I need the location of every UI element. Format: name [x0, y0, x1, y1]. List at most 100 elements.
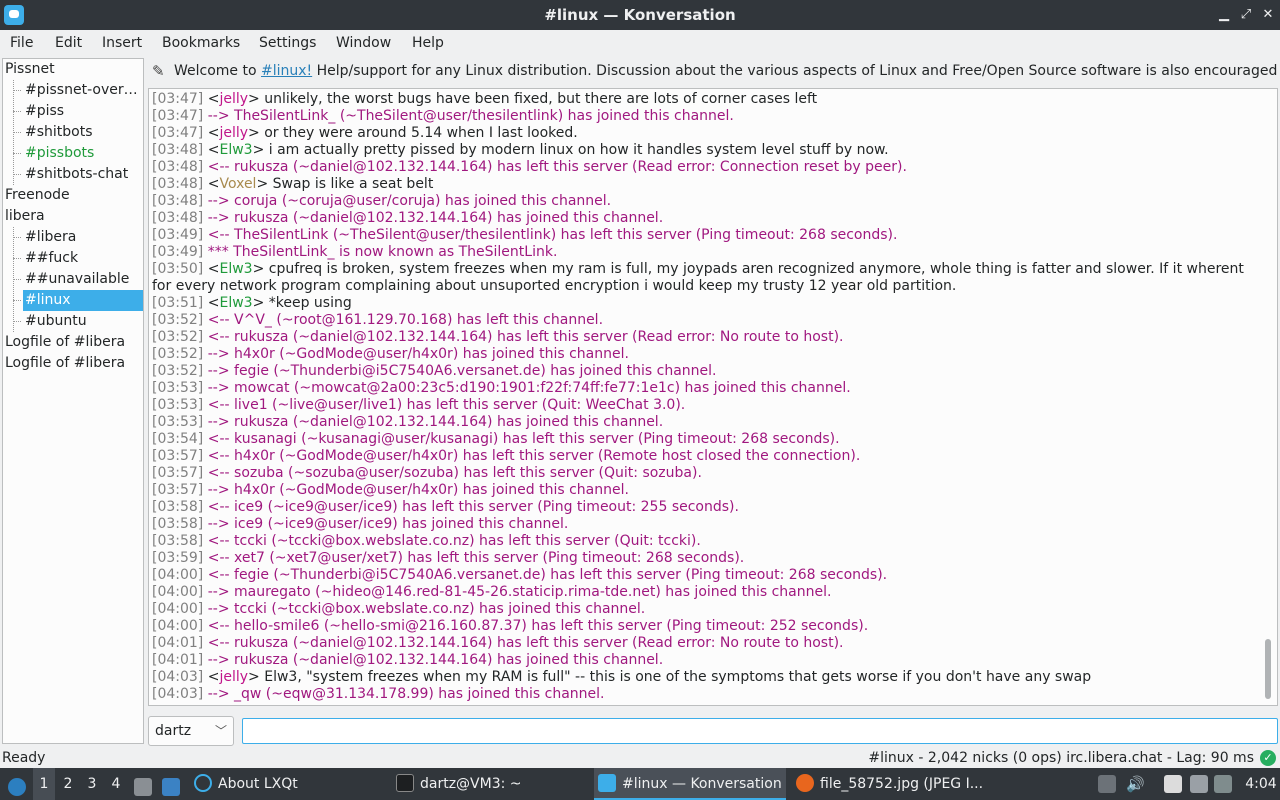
message-nick[interactable]: Voxel — [219, 176, 256, 192]
start-menu-button[interactable] — [4, 768, 30, 800]
maximize-icon[interactable]: ⤢ — [1236, 5, 1256, 25]
message-nick[interactable]: jelly — [219, 669, 248, 685]
desktop-4[interactable]: 4 — [105, 768, 127, 800]
file-manager-launcher[interactable] — [134, 768, 156, 800]
message-timestamp: [03:48] — [152, 142, 204, 158]
chat-log[interactable]: [03:47] <jelly> unlikely, the worst bugs… — [148, 88, 1278, 706]
clipboard-tray-icon[interactable] — [1098, 775, 1116, 793]
system-text: <-- xet7 (~xet7@user/xet7) has left this… — [207, 550, 745, 566]
system-text: --> ice9 (~ice9@user/ice9) has joined th… — [207, 516, 569, 532]
tree-channel-shitbots[interactable]: #shitbots — [25, 122, 93, 143]
menu-settings[interactable]: Settings — [259, 30, 316, 56]
chat-system-message: [04:00] <-- hello-smile6 (~hello-smi@216… — [152, 618, 1260, 635]
scrollbar-thumb[interactable] — [1265, 639, 1271, 699]
tree-channel-shitbots-chat[interactable]: #shitbots-chat — [25, 164, 128, 185]
tree-guide-branch — [13, 300, 21, 301]
system-text: <-- rukusza (~daniel@102.132.144.164) ha… — [207, 329, 844, 345]
message-nick[interactable]: jelly — [219, 91, 248, 107]
system-text: <-- TheSilentLink (~TheSilent@user/thesi… — [207, 227, 898, 243]
message-timestamp: [04:00] — [152, 618, 204, 634]
edit-topic-icon[interactable]: ✎ — [152, 62, 168, 80]
channel-topic: ✎ Welcome to #linux! Help/support for an… — [148, 58, 1278, 86]
task-label: #linux — Konversation — [622, 776, 782, 792]
message-input-box[interactable] — [242, 718, 1278, 744]
message-nick[interactable]: jelly — [219, 125, 248, 141]
connection-ok-icon: ✓ — [1260, 750, 1276, 766]
nick-value: dartz — [155, 723, 192, 739]
chat-message: [03:47] <jelly> unlikely, the worst bugs… — [152, 91, 818, 107]
topic-prefix: Welcome to — [174, 63, 261, 79]
message-nick[interactable]: Elw3 — [219, 142, 252, 158]
system-text: --> tccki (~tccki@box.webslate.co.nz) ha… — [207, 601, 646, 617]
chat-system-message: [03:54] <-- kusanagi (~kusanagi@user/kus… — [152, 431, 1260, 448]
message-timestamp: [03:51] — [152, 295, 204, 311]
file-manager-icon — [134, 777, 152, 796]
tree-channel-linux[interactable]: #linux — [23, 290, 143, 311]
chat-message: [03:50] <Elw3> cpufreq is broken, system… — [152, 261, 1244, 294]
message-nick[interactable]: Elw3 — [219, 261, 252, 277]
menu-help[interactable]: Help — [412, 30, 444, 56]
tree-guide-branch — [13, 90, 21, 91]
notes-tray-icon[interactable] — [1164, 775, 1182, 793]
system-text: --> h4x0r (~GodMode@user/h4x0r) has join… — [207, 482, 629, 498]
tree-server-freenode[interactable]: Freenode — [5, 185, 70, 206]
display-tray-icon[interactable] — [1190, 775, 1208, 793]
chat-system-message: [03:48] <-- rukusza (~daniel@102.132.144… — [152, 159, 1260, 176]
channel-tree[interactable]: Pissnet #pissnet-over… #piss #shitbots #… — [2, 58, 144, 744]
tree-channel-piss[interactable]: #piss — [25, 101, 64, 122]
task-image-viewer[interactable]: file_58752.jpg (JPEG I... — [792, 768, 992, 800]
message-timestamp: [04:00] — [152, 584, 204, 600]
message-nick[interactable]: Elw3 — [219, 295, 252, 311]
tree-channel-ubuntu[interactable]: #ubuntu — [25, 311, 87, 332]
channel-status: #linux - 2,042 nicks (0 ops) irc.libera.… — [868, 750, 1254, 766]
tree-channel-pissnet-overflow[interactable]: #pissnet-over… — [25, 80, 138, 101]
tree-server-libera[interactable]: libera — [5, 206, 45, 227]
tree-channel-pissbots[interactable]: #pissbots — [25, 143, 94, 164]
message-timestamp: [03:50] — [152, 261, 204, 277]
menu-file[interactable]: File — [10, 30, 33, 56]
system-text: <-- rukusza (~daniel@102.132.144.164) ha… — [207, 159, 907, 175]
message-timestamp: [03:47] — [152, 91, 204, 107]
chat-system-message: [03:49] *** TheSilentLink_ is now known … — [152, 244, 1260, 261]
chat-system-message: [04:00] <-- fegie (~Thunderbi@i5C7540A6.… — [152, 567, 1260, 584]
chat-scrollbar[interactable] — [1263, 91, 1275, 703]
desktop-2[interactable]: 2 — [57, 768, 79, 800]
task-label: About LXQt — [218, 776, 298, 792]
nick-selector[interactable]: dartz ﹀ — [148, 716, 234, 746]
title-bar[interactable]: #linux — Konversation ▁ ⤢ ✕ — [0, 0, 1280, 30]
chat-system-message: [03:48] --> coruja (~coruja@user/coruja)… — [152, 193, 1260, 210]
chat-system-message: [03:58] <-- ice9 (~ice9@user/ice9) has l… — [152, 499, 1260, 516]
system-text: <-- fegie (~Thunderbi@i5C7540A6.versanet… — [207, 567, 888, 583]
desktop-1[interactable]: 1 — [33, 768, 55, 800]
chat-message: [03:47] <jelly> or they were around 5.14… — [152, 125, 578, 141]
tree-server-pissnet[interactable]: Pissnet — [5, 59, 55, 80]
tree-logfile-libera[interactable]: Logfile of #libera — [5, 353, 125, 374]
menu-insert[interactable]: Insert — [102, 30, 142, 56]
tree-channel-libera[interactable]: #libera — [25, 227, 76, 248]
menu-bookmarks[interactable]: Bookmarks — [162, 30, 240, 56]
topic-channel-link[interactable]: #linux! — [261, 63, 312, 79]
tree-channel-unavailable[interactable]: ##unavailable — [25, 269, 129, 290]
desktop-3[interactable]: 3 — [81, 768, 103, 800]
message-timestamp: [03:47] — [152, 125, 204, 141]
tree-guide-branch — [13, 132, 21, 133]
clock[interactable]: 4:04 — [1244, 768, 1278, 800]
chat-system-message: [03:58] --> ice9 (~ice9@user/ice9) has j… — [152, 516, 1260, 533]
menu-edit[interactable]: Edit — [55, 30, 82, 56]
task-terminal[interactable]: dartz@VM3: ~ — [392, 768, 592, 800]
task-about-lxqt[interactable]: About LXQt — [190, 768, 390, 800]
minimize-icon[interactable]: ▁ — [1214, 5, 1234, 25]
task-konversation[interactable]: #linux — Konversation — [594, 768, 786, 800]
lxqt-menu-icon — [8, 777, 26, 796]
tree-logfile-libera[interactable]: Logfile of #libera — [5, 332, 125, 353]
network-icon[interactable] — [1214, 775, 1232, 793]
message-input[interactable] — [243, 719, 1277, 743]
close-icon[interactable]: ✕ — [1258, 5, 1278, 25]
tree-channel-fuck[interactable]: ##fuck — [25, 248, 78, 269]
system-text: --> coruja (~coruja@user/coruja) has joi… — [207, 193, 612, 209]
message-timestamp: [04:01] — [152, 635, 204, 651]
message-timestamp: [03:48] — [152, 210, 204, 226]
volume-icon[interactable]: 🔊 — [1126, 775, 1145, 793]
menu-window[interactable]: Window — [336, 30, 391, 56]
show-desktop-launcher[interactable] — [162, 768, 184, 800]
